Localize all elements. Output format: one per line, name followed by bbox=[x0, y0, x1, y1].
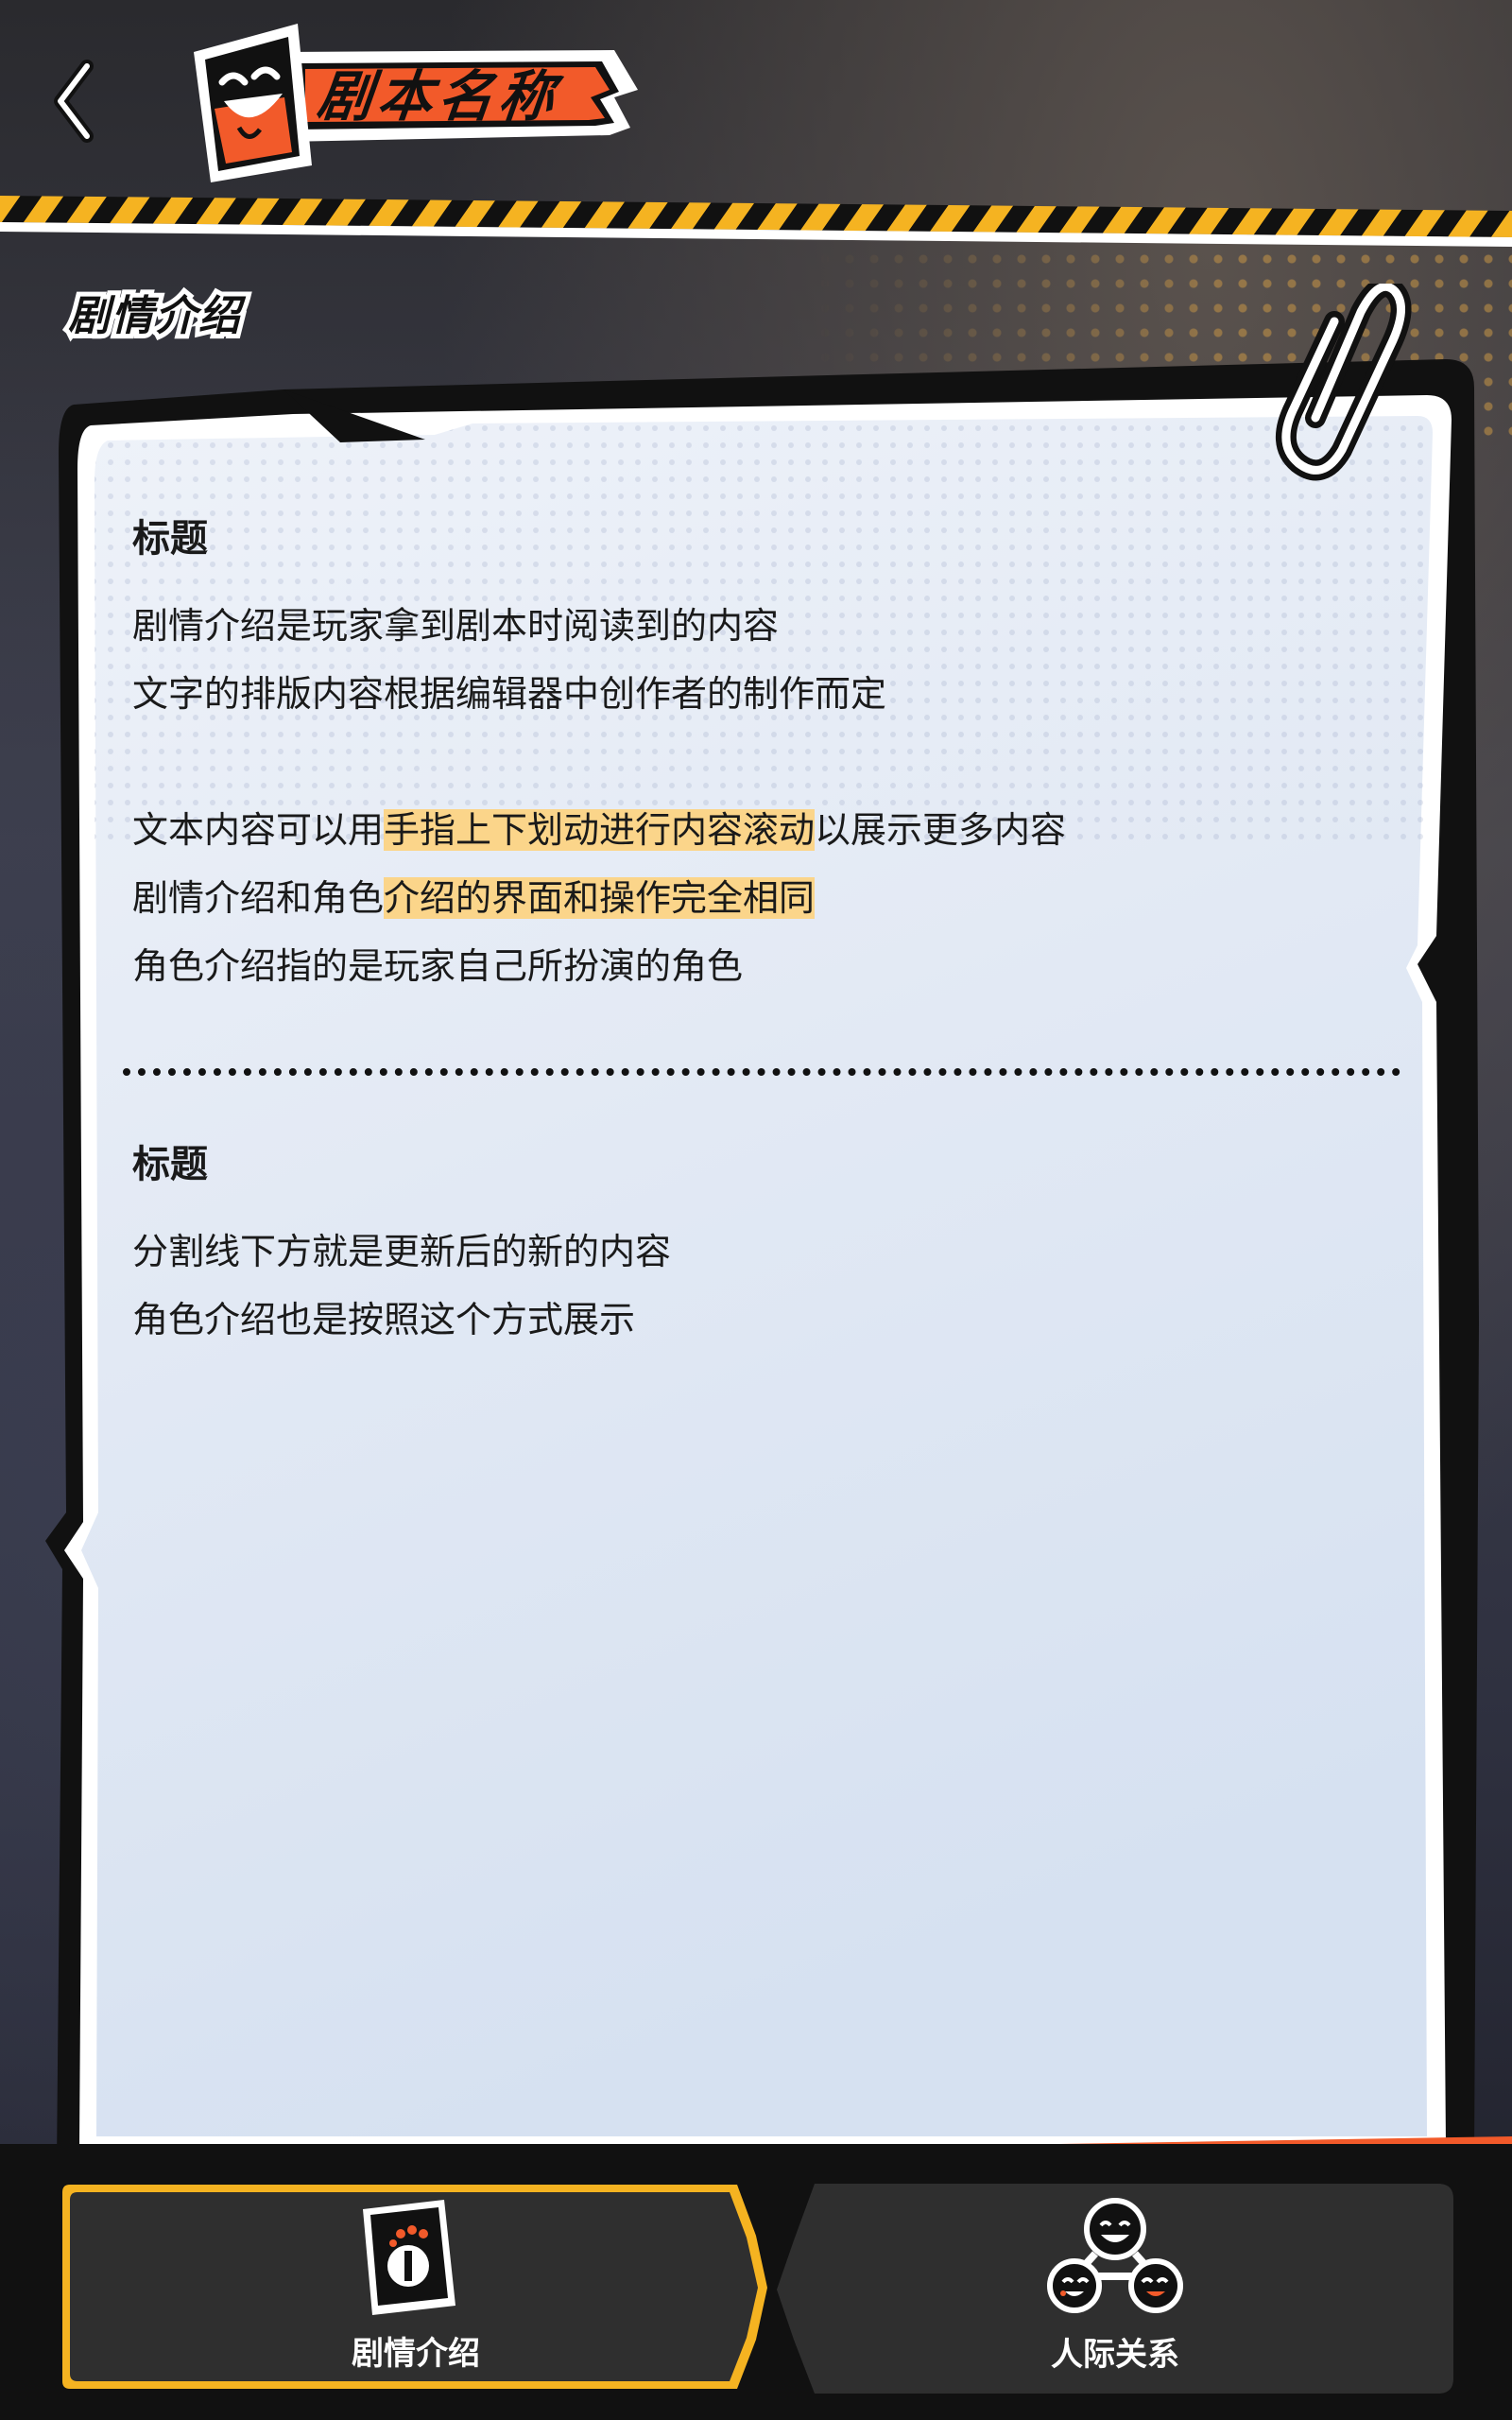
relationship-faces-icon bbox=[1047, 2198, 1183, 2313]
back-button[interactable] bbox=[49, 59, 115, 144]
hazard-stripe bbox=[0, 196, 1512, 247]
grinning-mask-card-icon bbox=[194, 24, 312, 182]
tab-story-intro[interactable]: 剧情介绍 bbox=[57, 2179, 775, 2396]
chevron-left-icon bbox=[54, 60, 94, 143]
content-divider bbox=[123, 1068, 1400, 1076]
tab-relationships[interactable]: 人际关系 bbox=[777, 2184, 1453, 2394]
tab-relationships-label: 人际关系 bbox=[1051, 2336, 1179, 2374]
script-title: 剧本名称 bbox=[314, 64, 563, 129]
block-1-line-1: 剧情介绍是玩家拿到剧本时阅读到的内容 bbox=[132, 605, 780, 647]
block-2-line-2: 角色介绍也是按照这个方式展示 bbox=[132, 1299, 636, 1340]
mask-card-icon bbox=[363, 2200, 455, 2315]
block-1-line-4: 文本内容可以用手指上下划动进行内容滚动以展示更多内容 bbox=[132, 809, 1067, 851]
story-content[interactable]: 标题 剧情介绍是玩家拿到剧本时阅读到的内容 文字的排版内容根据编辑器中创作者的制… bbox=[123, 510, 1408, 2070]
block-1-heading: 标题 bbox=[132, 517, 208, 561]
block-2-line-1: 分割线下方就是更新后的新的内容 bbox=[132, 1231, 672, 1272]
block-2-heading: 标题 bbox=[132, 1143, 208, 1186]
tab-story-intro-label: 剧情介绍 bbox=[352, 2335, 480, 2373]
block-1-line-2: 文字的排版内容根据编辑器中创作者的制作而定 bbox=[132, 673, 887, 715]
block-1-line-5: 剧情介绍和角色介绍的界面和操作完全相同 bbox=[132, 877, 816, 919]
block-1-line-6: 角色介绍指的是玩家自己所扮演的角色 bbox=[132, 945, 744, 987]
